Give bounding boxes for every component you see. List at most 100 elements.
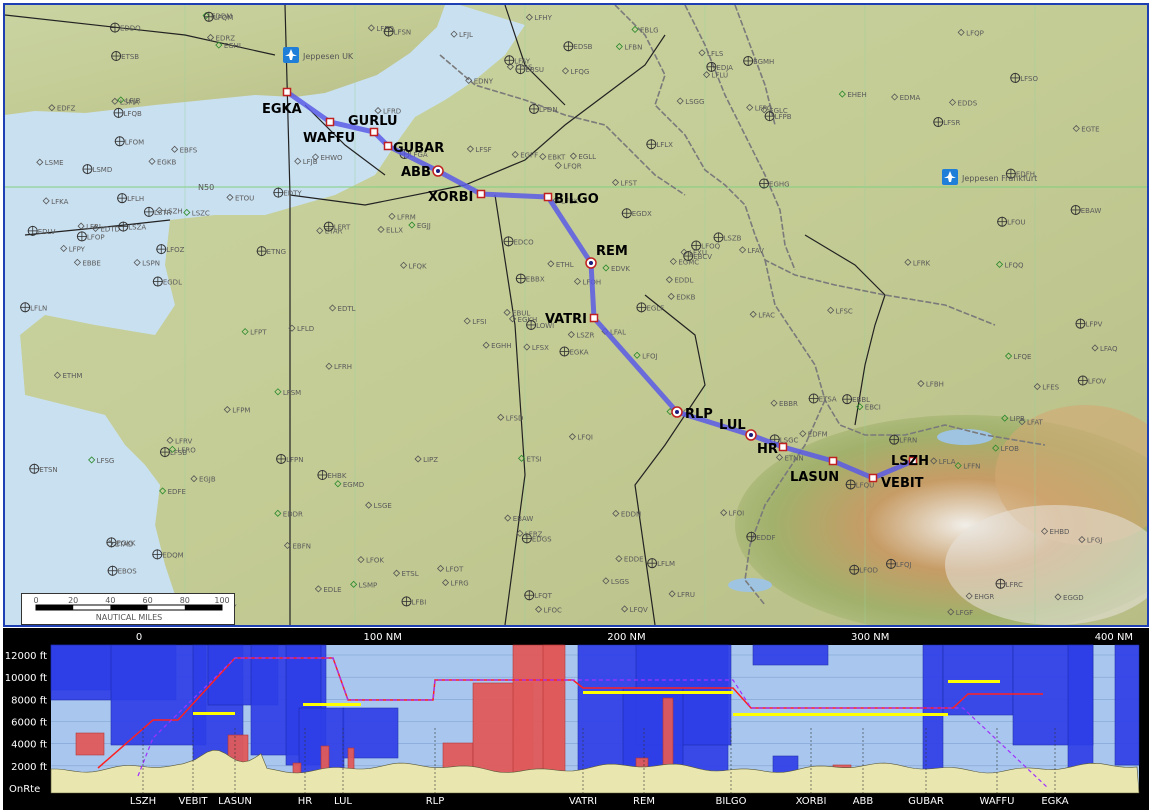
- airport-label: LSGG: [685, 98, 704, 106]
- airport-label: ETNG: [267, 248, 286, 256]
- airport-label: LFLU: [712, 72, 729, 80]
- airport-label: LFDN: [539, 106, 558, 114]
- waypoint-label: GURLU: [348, 114, 398, 129]
- airport-label: EGKA: [569, 348, 588, 356]
- airport-label: ETAD: [115, 541, 133, 549]
- waypoint-label: VEBIT: [881, 476, 924, 491]
- airport-marker[interactable]: EGMH: [743, 55, 774, 66]
- airport-label: LFQV: [630, 606, 648, 614]
- airport-label: LSME: [45, 159, 64, 167]
- airport-label: ETHL: [556, 261, 574, 269]
- lake-constance: [937, 429, 993, 445]
- airspace-block[interactable]: [622, 687, 684, 769]
- profile-waypoint-label[interactable]: REM: [633, 796, 655, 807]
- airport-label: EBFN: [293, 542, 312, 550]
- airport-label: LFSD: [506, 414, 524, 422]
- airport-label: EBKT: [548, 154, 566, 162]
- airport-label: LSPN: [142, 260, 160, 268]
- airport-label: LIPZ: [423, 456, 438, 464]
- airport-label: LFAT: [1027, 419, 1044, 427]
- airport-label: LSZA: [128, 224, 146, 232]
- restricted-airspace-block[interactable]: [542, 644, 566, 786]
- profile-waypoint-label[interactable]: XORBI: [796, 796, 827, 807]
- airport-label: LFOU: [1007, 219, 1026, 227]
- airport-marker[interactable]: EDQM: [152, 549, 184, 560]
- profile-waypoint-label[interactable]: RLP: [426, 796, 445, 807]
- airport-label: LFOC: [544, 606, 562, 614]
- airport-label: EDQM: [162, 551, 183, 559]
- altitude-tick-label: 6000 ft: [11, 718, 47, 729]
- profile-waypoint-label[interactable]: VEBIT: [178, 796, 208, 807]
- airport-label: LFOM: [125, 138, 144, 146]
- airport-label: LSZB: [724, 234, 742, 242]
- vertical-profile[interactable]: 12000 ft 10000 ft 8000 ft 6000 ft 4000 ft 200…: [3, 628, 1149, 810]
- airspace-block[interactable]: [752, 644, 829, 666]
- airport-label: LFQQ: [1005, 261, 1024, 269]
- airport-label: ETHM: [62, 372, 82, 380]
- profile-waypoint-label[interactable]: ABB: [853, 796, 874, 807]
- airport-label: LIPB: [1010, 415, 1025, 423]
- cruise-altitude-marker: [733, 713, 948, 716]
- profile-waypoint-label[interactable]: VATRI: [569, 796, 597, 807]
- flight-planner-window: N50 EGKA EGKB EGKH EGKK EGMC EGMD EGMH EGLL EGLC E…: [0, 0, 1152, 812]
- profile-waypoint-label[interactable]: LUL: [334, 796, 352, 807]
- hub-label: Jeppesen UK: [302, 52, 354, 61]
- airport-label: ETOU: [235, 194, 254, 202]
- route-waypoint[interactable]: GUBAR: [383, 141, 445, 156]
- airport-label: EDDS: [958, 99, 978, 107]
- cruise-altitude-marker: [303, 703, 361, 706]
- distance-tick-label: 0: [136, 632, 142, 643]
- map-canvas[interactable]: N50EGKAEGKBEGKHEGKKEGMCEGMDEGMHEGLLEGLCE…: [5, 5, 1147, 625]
- profile-waypoint-label[interactable]: WAFFU: [979, 796, 1014, 807]
- restricted-airspace-block[interactable]: [75, 732, 105, 756]
- airport-label: EDFE: [168, 488, 186, 496]
- airport-label: LFLA: [939, 458, 956, 466]
- profile-waypoint-label[interactable]: LSZH: [130, 796, 156, 807]
- airport-label: EDLE: [323, 586, 341, 594]
- airspace-block[interactable]: [1114, 644, 1140, 766]
- airport-label: LFAV: [748, 247, 765, 255]
- airport-label: LFAC: [758, 311, 775, 319]
- airport-label: EGHH: [491, 342, 511, 350]
- airport-label: EDFM: [808, 431, 828, 439]
- airport-label: LFSX: [532, 344, 549, 352]
- airport-label: LFBN: [624, 44, 642, 52]
- airport-marker[interactable]: EDDQ: [109, 22, 141, 33]
- airport-label: LFLD: [297, 325, 314, 333]
- airport-label: EGJB: [199, 476, 216, 484]
- profile-waypoint-label[interactable]: BILGO: [715, 796, 746, 807]
- airport-label: EDCO: [513, 238, 534, 246]
- airport-label: LSZC: [192, 209, 210, 217]
- airport-label: LFQR: [563, 162, 581, 170]
- airport-label: LFRI: [86, 223, 101, 231]
- airport-label: EDKB: [676, 293, 695, 301]
- airspace-block[interactable]: [110, 644, 207, 746]
- airport-label: EDJA: [716, 64, 733, 72]
- hub-label: Jeppesen Frankfurt: [961, 174, 1037, 183]
- airport-label: EDDL: [674, 277, 693, 285]
- airport-label: LFRC: [1006, 581, 1023, 589]
- airport-marker[interactable]: EDCO: [503, 236, 534, 247]
- profile-canvas[interactable]: 12000 ft 10000 ft 8000 ft 6000 ft 4000 ft 200…: [3, 628, 1149, 810]
- graticule-label: N50: [198, 183, 214, 192]
- airport-label: LSTR: [154, 209, 172, 217]
- distance-tick-label: 200 NM: [607, 632, 645, 643]
- profile-mode-label[interactable]: OnRte: [9, 784, 40, 795]
- profile-waypoint-label[interactable]: LASUN: [218, 796, 252, 807]
- vor-waypoint-dot: [589, 261, 593, 265]
- route-waypoint[interactable]: LSZH: [891, 454, 929, 469]
- profile-waypoint-label[interactable]: EGKA: [1041, 796, 1068, 807]
- airport-label: EDDR: [283, 510, 303, 518]
- airspace-block[interactable]: [922, 644, 944, 776]
- airport-label: EGHI: [224, 42, 241, 50]
- airport-label: EGMH: [753, 58, 774, 66]
- airport-label: ETSL: [402, 570, 419, 578]
- fix-waypoint-icon: [868, 473, 878, 483]
- airport-label: ETSB: [121, 53, 139, 61]
- route-map[interactable]: N50 EGKA EGKB EGKH EGKK EGMC EGMD EGMH EGLL EGLC E…: [3, 3, 1149, 627]
- vor-waypoint-dot: [749, 433, 753, 437]
- profile-waypoint-label[interactable]: HR: [298, 796, 313, 807]
- profile-waypoint-label[interactable]: GUBAR: [908, 796, 944, 807]
- airport-label: ETSN: [39, 466, 57, 474]
- airport-label: LFOD: [859, 567, 878, 575]
